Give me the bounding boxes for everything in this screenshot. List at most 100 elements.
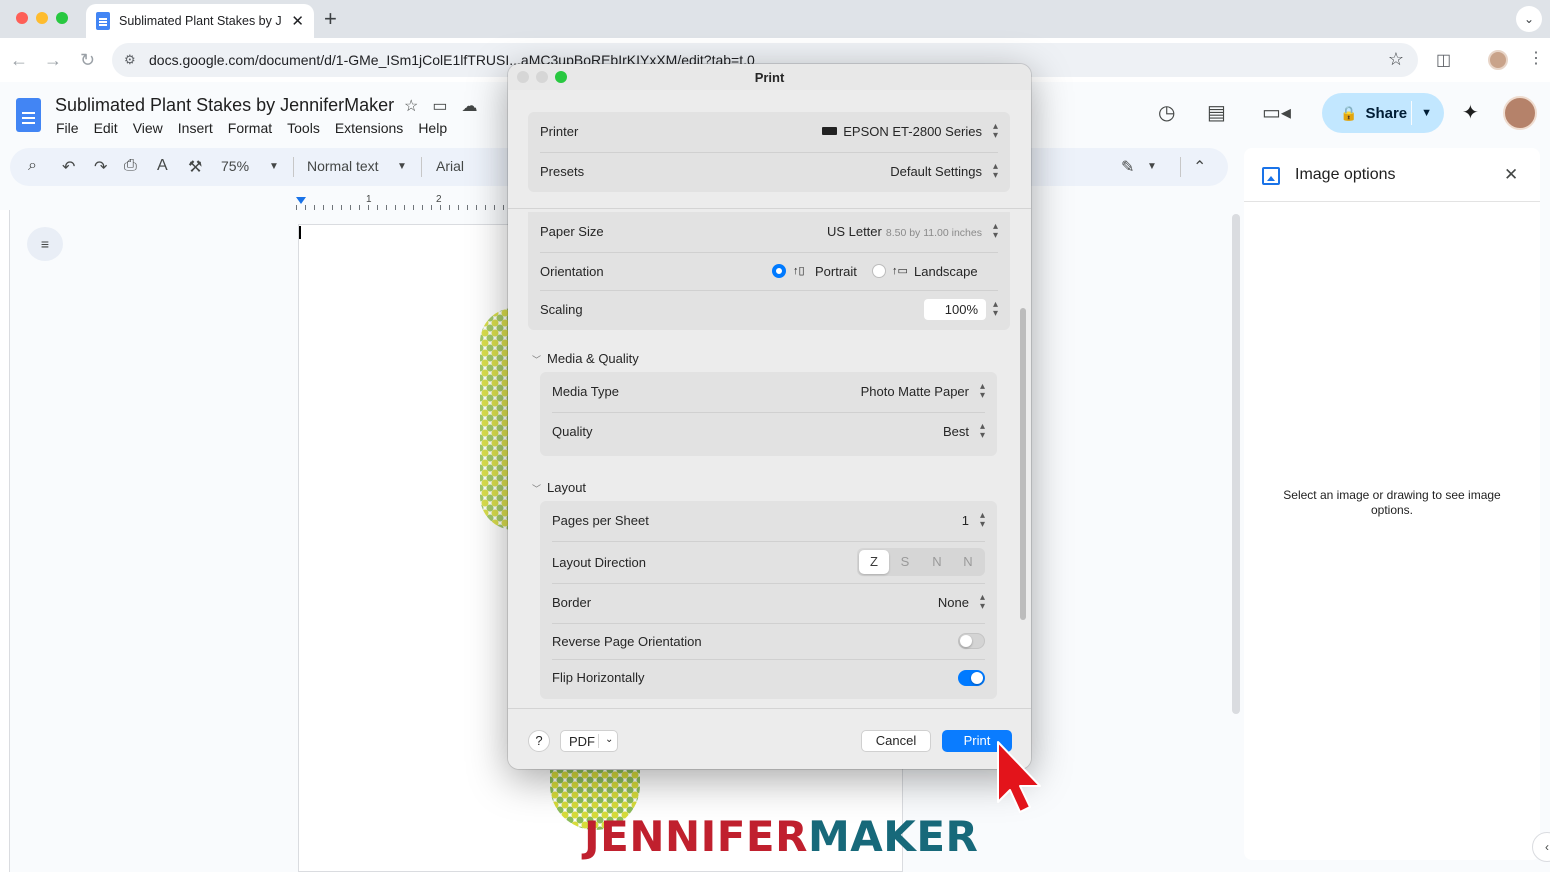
portrait-label[interactable]: Portrait [815,264,857,279]
style-dropdown-icon[interactable]: ▼ [397,161,407,172]
media-quality-label: Media & Quality [547,351,639,366]
quality-row[interactable]: Quality Best ▴ ▾ [540,412,997,452]
dialog-scrollbar[interactable] [1020,308,1026,620]
style-select[interactable]: Normal text [307,158,379,174]
spellcheck-icon[interactable]: A [157,157,168,175]
meet-video-icon[interactable]: ▭◂ [1262,100,1291,125]
media-type-row[interactable]: Media Type Photo Matte Paper ▴ ▾ [540,372,997,412]
pages-per-sheet-row[interactable]: Pages per Sheet 1 ▴ ▾ [540,501,997,541]
menu-extensions[interactable]: Extensions [335,120,403,136]
search-menus-icon[interactable]: ⌕ [28,157,37,175]
bookmark-star-icon[interactable]: ☆ [1388,49,1404,70]
docs-logo-icon[interactable] [16,98,41,132]
media-group: Media Type Photo Matte Paper ▴ ▾ Quality … [540,372,997,456]
layout-label: Layout [547,480,587,495]
pdf-label: PDF [569,734,595,749]
border-row[interactable]: Border None ▴ ▾ [540,583,997,623]
media-quality-section-header[interactable]: ﹀ Media & Quality [532,351,639,366]
menu-bar: File Edit View Insert Format Tools Exten… [56,120,447,136]
redo-icon[interactable]: ↷ [94,157,107,177]
share-dropdown-icon[interactable]: ▼ [1421,107,1432,119]
hide-menus-icon[interactable]: ⌃ [1193,157,1206,177]
presets-select[interactable]: Default Settings [890,164,982,179]
menu-format[interactable]: Format [228,120,272,136]
undo-icon[interactable]: ↶ [62,157,75,177]
menu-file[interactable]: File [56,120,79,136]
extensions-icon[interactable]: ◫ [1436,50,1451,70]
paper-size-select[interactable]: US Letter 8.50 by 11.00 inches [827,224,982,239]
document-outline-icon[interactable]: ≡ [27,227,63,261]
share-divider [1411,101,1412,125]
window-close-button[interactable] [16,12,28,24]
text-cursor [299,226,301,239]
document-scrollbar[interactable] [1232,214,1240,714]
printer-label: Printer [540,124,579,139]
toolbar-divider [421,157,422,177]
menu-help[interactable]: Help [418,120,447,136]
printer-select[interactable]: EPSON ET-2800 Series [822,124,982,139]
document-title[interactable]: Sublimated Plant Stakes by JenniferMaker [55,95,394,116]
scaling-stepper[interactable]: ▴ ▾ [991,300,1000,319]
share-button[interactable]: 🔒 Share ▼ [1322,93,1444,133]
horizontal-ruler[interactable]: 1 2 [296,194,516,210]
landscape-label[interactable]: Landscape [914,264,978,279]
orientation-row: Orientation ↑▯ Portrait ↑▭ Landscape [528,252,1010,290]
direction-n-button[interactable]: N [922,550,952,574]
landscape-radio[interactable] [872,264,886,278]
move-folder-icon[interactable]: ▭ [432,96,447,116]
reverse-orientation-toggle[interactable] [958,633,985,649]
menu-tools[interactable]: Tools [287,120,320,136]
indent-marker[interactable] [296,197,306,204]
zoom-select[interactable]: 75% [221,158,249,174]
back-button[interactable]: ← [10,50,28,71]
cloud-status-icon[interactable]: ☁ [461,96,477,116]
direction-z-button[interactable]: Z [859,550,889,574]
browser-tab-strip: Sublimated Plant Stakes by J ✕ + ⌄ [0,0,1550,38]
zoom-dropdown-icon[interactable]: ▼ [269,161,279,172]
reload-button[interactable]: ↻ [80,50,95,71]
star-icon[interactable]: ☆ [404,96,418,116]
pdf-menu-button[interactable]: PDF ⌄ [560,730,618,752]
profile-avatar[interactable] [1488,50,1508,70]
scaling-field[interactable]: 100% [924,299,986,320]
gemini-icon[interactable]: ✦ [1462,100,1479,125]
forward-button[interactable]: → [44,50,62,71]
direction-s-button[interactable]: S [890,550,920,574]
browser-tab[interactable]: Sublimated Plant Stakes by J ✕ [86,4,314,38]
font-select[interactable]: Arial [436,158,464,174]
border-select[interactable]: None [938,595,969,610]
cancel-button[interactable]: Cancel [861,730,931,752]
comments-icon[interactable]: ▤ [1207,100,1226,125]
pages-per-sheet-select[interactable]: 1 [962,513,969,528]
tab-close-icon[interactable]: ✕ [291,12,304,30]
browser-menu-icon[interactable]: ⋮ [1528,48,1544,68]
menu-view[interactable]: View [133,120,163,136]
direction-n-reverse-button[interactable]: N [953,550,983,574]
portrait-radio[interactable] [772,264,786,278]
menu-edit[interactable]: Edit [94,120,118,136]
user-avatar[interactable] [1503,96,1537,130]
popup-arrows-icon: ▴ ▾ [992,121,999,141]
version-history-icon[interactable]: ◷ [1158,100,1175,125]
editing-mode-icon[interactable]: ✎ [1121,157,1134,177]
menu-insert[interactable]: Insert [178,120,213,136]
window-zoom-button[interactable] [56,12,68,24]
paint-format-icon[interactable]: ⚒ [188,157,202,177]
site-info-icon[interactable]: ⚙ [124,52,136,68]
flip-horizontally-toggle[interactable] [958,670,985,686]
new-tab-button[interactable]: + [324,6,337,32]
presets-row[interactable]: Presets Default Settings ▴ ▾ [528,152,1010,192]
image-icon [1262,167,1280,185]
tab-search-button[interactable]: ⌄ [1516,6,1542,32]
printer-row[interactable]: Printer EPSON ET-2800 Series ▴ ▾ [528,112,1010,152]
print-icon[interactable]: ⎙ [124,157,137,175]
editing-mode-dropdown-icon[interactable]: ▼ [1147,161,1157,172]
media-type-select[interactable]: Photo Matte Paper [861,384,969,399]
close-icon[interactable]: ✕ [1504,165,1518,185]
paper-size-label: Paper Size [540,224,604,239]
window-minimize-button[interactable] [36,12,48,24]
layout-section-header[interactable]: ﹀ Layout [532,480,586,495]
paper-size-row[interactable]: Paper Size US Letter 8.50 by 11.00 inches… [528,212,1010,252]
help-button[interactable]: ? [528,730,550,752]
quality-select[interactable]: Best [943,424,969,439]
